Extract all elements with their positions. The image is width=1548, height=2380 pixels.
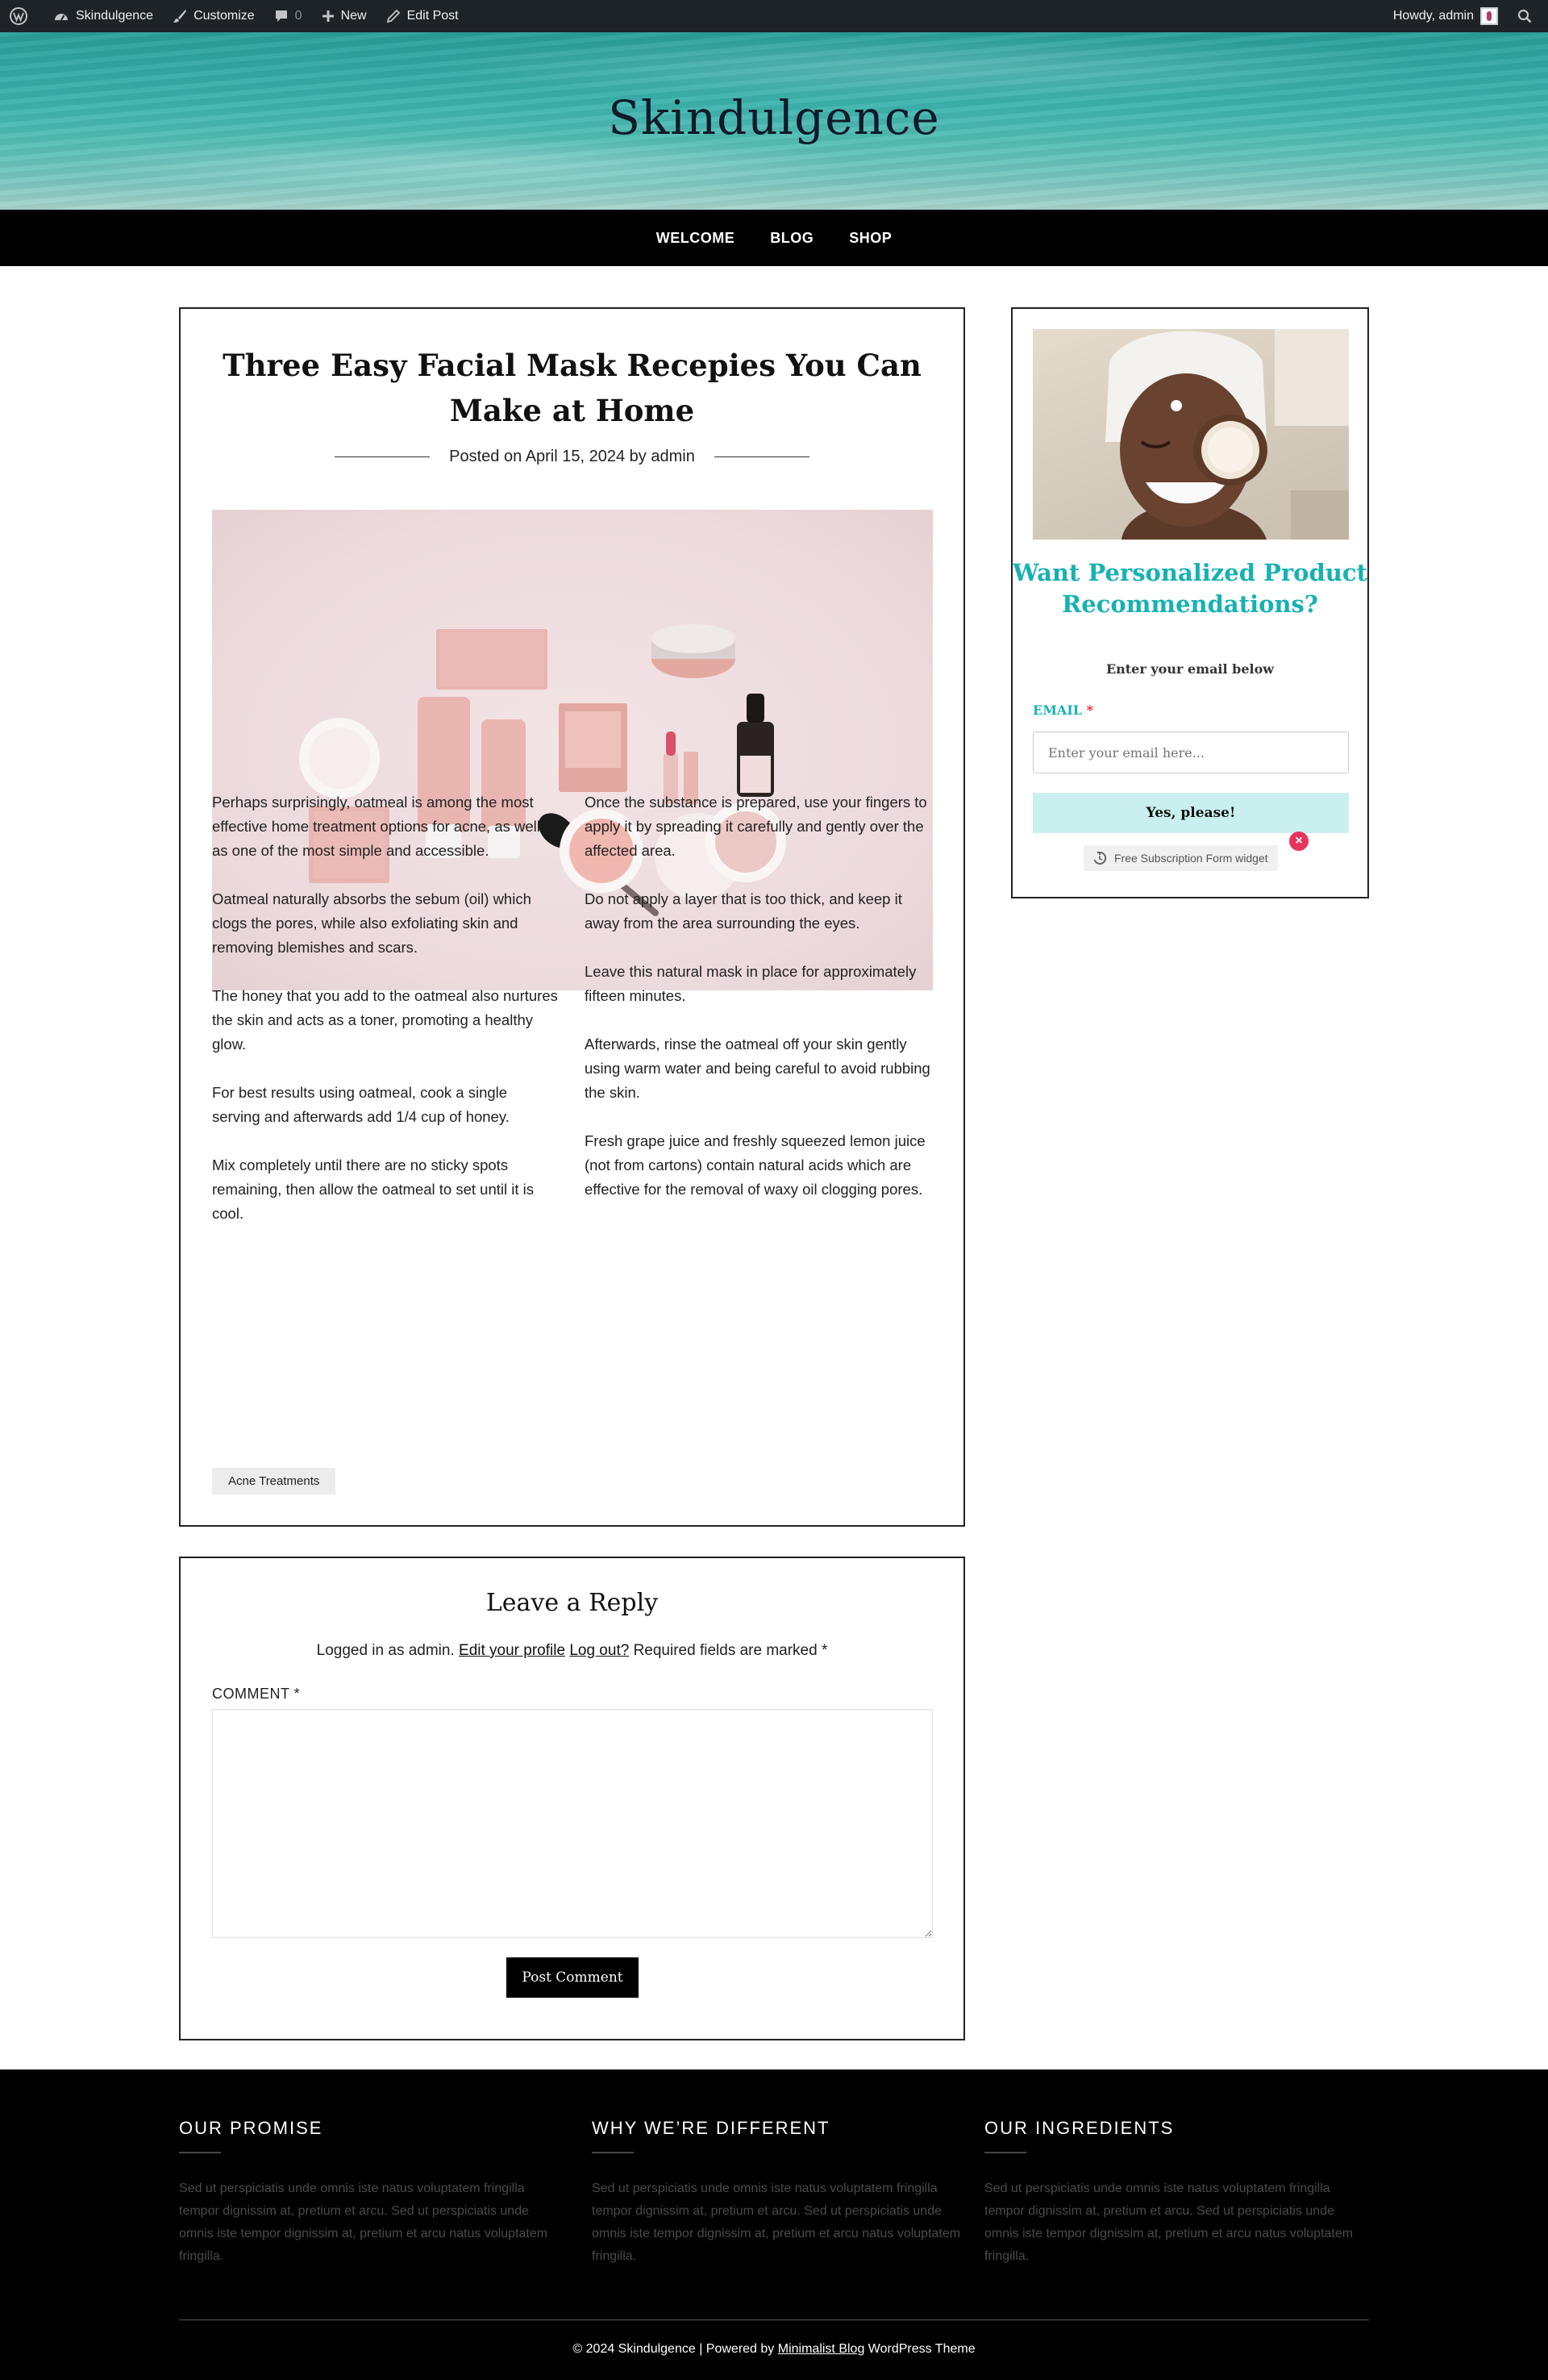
meta-divider-left [335, 456, 431, 457]
post-paragraph: Oatmeal naturally absorbs the sebum (oil… [212, 890, 531, 956]
footer-copy-suffix: WordPress Theme [868, 2342, 976, 2356]
logged-in-notice: Logged in as admin. Edit your profile Lo… [181, 1642, 963, 1660]
widget-headline: Want Personalized Product Recommendation… [1013, 559, 1367, 618]
post-meta-prefix: Posted on [449, 448, 522, 465]
footer-title-underline [592, 2152, 634, 2153]
adminbar-comments-link[interactable]: 0 [264, 0, 312, 32]
post-paragraph: Leave this natural mask in place for app… [585, 963, 917, 1004]
widget-email-label: EMAIL * [1033, 702, 1093, 718]
footer-column-title: OUR PROMISE [179, 2118, 323, 2138]
logout-link[interactable]: Log out? [569, 1642, 629, 1659]
admin-bar: Skindulgence Customize 0 New Edit Post H… [0, 0, 1548, 32]
subscription-widget: Want Personalized Product Recommendation… [1011, 307, 1369, 898]
adminbar-customize-link[interactable]: Customize [163, 0, 264, 32]
post-title: Three Easy Facial Mask Recepies You Can … [223, 348, 922, 428]
post-date-link[interactable]: April 15, 2024 [526, 448, 625, 465]
main-navigation: WELCOME BLOG SHOP [0, 210, 1548, 266]
comment-bubble-icon [275, 10, 287, 22]
required-fields-note: Required fields are marked * [633, 1642, 828, 1659]
footer-title-underline [179, 2152, 221, 2153]
dashboard-icon [55, 14, 68, 21]
meta-divider-right [714, 456, 809, 457]
footer-column-text: Sed ut perspiciatis unde omnis iste natu… [592, 2182, 961, 2263]
post-content-right: Once the substance is prepared, use your… [585, 790, 931, 1226]
widget-required-mark: * [1086, 702, 1094, 718]
adminbar-search-icon[interactable] [1508, 0, 1548, 32]
post-paragraph: Mix completely until there are no sticky… [212, 1157, 534, 1222]
footer-copyright: © 2024 Skindulgence | Powered by Minimal… [0, 2342, 1548, 2357]
reply-heading: Leave a Reply [485, 1589, 659, 1617]
adminbar-site-label: Skindulgence [76, 9, 154, 23]
nav-item-shop[interactable]: SHOP [849, 230, 892, 247]
recaptcha-icon [1093, 851, 1107, 865]
post-paragraph: Fresh grape juice and freshly squeezed l… [585, 1132, 926, 1198]
footer-copy-prefix: © 2024 Skindulgence | Powered by [572, 2342, 775, 2356]
footer-title-underline [984, 2152, 1026, 2153]
logged-in-as-text: Logged in as admin. [316, 1642, 455, 1659]
footer-column-text: Sed ut perspiciatis unde omnis iste natu… [984, 2182, 1354, 2263]
post-tag-acne-treatments[interactable]: Acne Treatments [212, 1468, 336, 1494]
footer-theme-link[interactable]: Minimalist Blog [778, 2342, 865, 2356]
footer-column-ingredients: OUR INGREDIENTS Sed ut perspiciatis unde… [984, 2118, 1363, 2268]
comment-label: COMMENT * [212, 1686, 301, 1702]
footer-column-title: WHY WE’RE DIFFERENT [592, 2118, 830, 2138]
post-meta-by: by [629, 448, 647, 465]
nav-item-blog[interactable]: BLOG [770, 230, 814, 247]
adminbar-account-menu[interactable]: Howdy, admin [1384, 0, 1508, 32]
post-paragraph: The honey that you add to the oatmeal al… [212, 987, 558, 1052]
widget-badge-label: Free Subscription Form widget [1114, 852, 1268, 865]
footer-column-promise: OUR PROMISE Sed ut perspiciatis unde omn… [179, 2118, 558, 2268]
comment-form-card: Leave a Reply Logged in as admin. Edit y… [179, 1557, 965, 2040]
plus-icon [322, 10, 334, 22]
close-icon[interactable]: × [1289, 832, 1309, 851]
adminbar-customize-label: Customize [194, 9, 255, 23]
adminbar-howdy-label: Howdy, admin [1392, 9, 1474, 23]
post-paragraph: Do not apply a layer that is too thick, … [585, 890, 902, 932]
adminbar-edit-post-link[interactable]: Edit Post [377, 0, 468, 32]
post-comment-button[interactable]: Post Comment [506, 1957, 639, 1998]
adminbar-new-link[interactable]: New [312, 0, 377, 32]
avatar [1480, 7, 1498, 25]
widget-powered-badge[interactable]: Free Subscription Form widget [1084, 845, 1278, 871]
widget-subheading: Enter your email below [1105, 661, 1275, 677]
paintbrush-icon [173, 10, 187, 23]
post-content-left: Perhaps surprisingly, oatmeal is among t… [212, 790, 559, 1250]
footer-column-different: WHY WE’RE DIFFERENT Sed ut perspiciatis … [592, 2118, 971, 2268]
post-paragraph: Afterwards, rinse the oatmeal off your s… [585, 1036, 930, 1101]
post-meta: Posted on April 15, 2024 by admin [181, 448, 963, 466]
wordpress-logo-icon[interactable] [0, 0, 44, 32]
post-paragraph: For best results using oatmeal, cook a s… [212, 1084, 510, 1125]
adminbar-site-link[interactable]: Skindulgence [44, 0, 163, 32]
comment-textarea[interactable] [212, 1709, 933, 1938]
nav-item-welcome[interactable]: WELCOME [656, 230, 735, 247]
site-footer: OUR PROMISE Sed ut perspiciatis unde omn… [0, 2069, 1548, 2380]
adminbar-comments-count: 0 [294, 9, 302, 23]
post-paragraph: Once the substance is prepared, use your… [585, 794, 927, 859]
post-paragraph: Perhaps surprisingly, oatmeal is among t… [212, 794, 540, 859]
post-card: Three Easy Facial Mask Recepies You Can … [179, 307, 965, 1527]
footer-column-text: Sed ut perspiciatis unde omnis iste natu… [179, 2182, 548, 2263]
footer-column-title: OUR INGREDIENTS [984, 2118, 1175, 2138]
adminbar-edit-post-label: Edit Post [406, 9, 459, 23]
adminbar-new-label: New [340, 9, 367, 23]
site-title[interactable]: Skindulgence [0, 90, 1548, 145]
widget-photo [1033, 329, 1349, 540]
header-banner: Skindulgence [0, 32, 1548, 210]
post-author-link[interactable]: admin [651, 448, 694, 465]
widget-email-input[interactable] [1033, 732, 1349, 773]
widget-email-label-text: EMAIL [1033, 702, 1083, 718]
edit-profile-link[interactable]: Edit your profile [459, 1642, 565, 1659]
pencil-icon [386, 9, 400, 23]
widget-submit-button[interactable]: Yes, please! [1033, 793, 1349, 833]
